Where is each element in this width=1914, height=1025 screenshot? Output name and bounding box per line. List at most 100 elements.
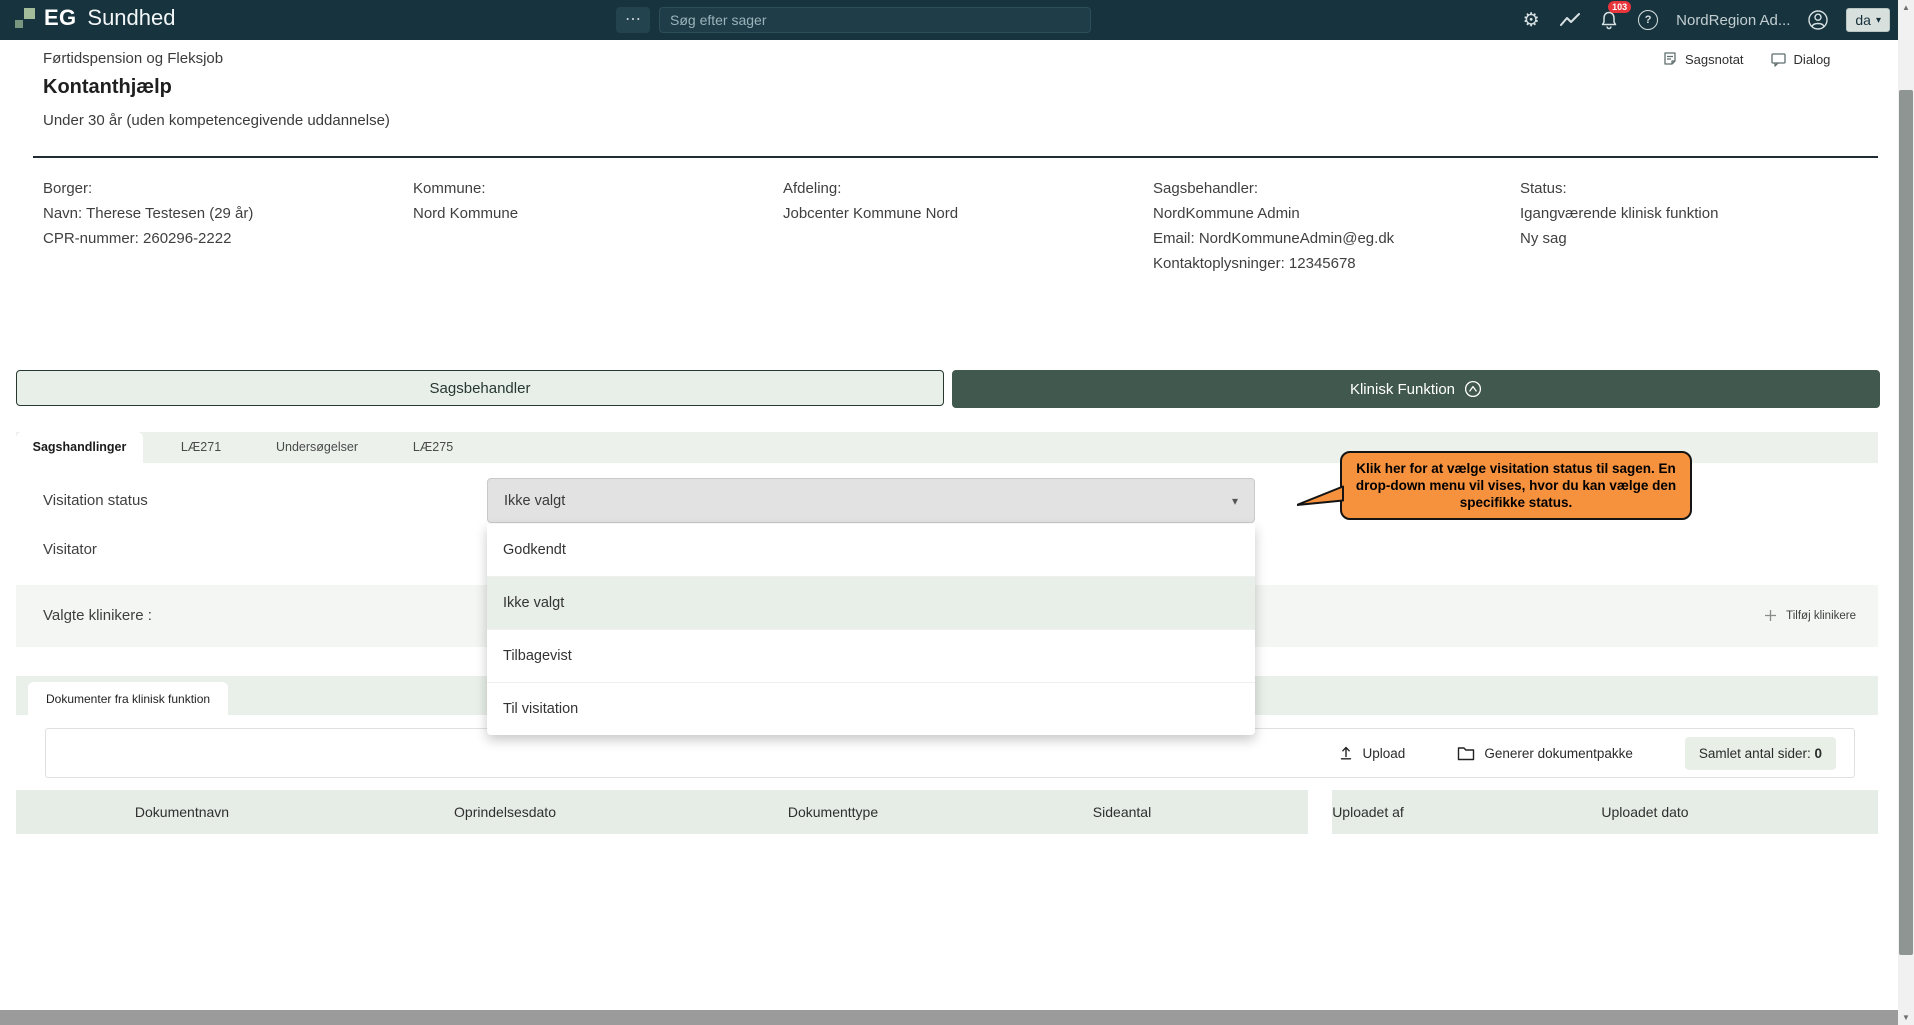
page-bottom-gutter bbox=[0, 1010, 1898, 1025]
col-uploadet-af: Uploadet af bbox=[1332, 804, 1404, 820]
info-label: Afdeling: bbox=[783, 176, 958, 201]
logo-text-bold: EG bbox=[44, 5, 76, 31]
dropdown-option-ikke-valgt[interactable]: Ikke valgt bbox=[487, 577, 1255, 630]
info-label: Sagsbehandler: bbox=[1153, 176, 1394, 201]
folder-icon bbox=[1457, 746, 1475, 761]
activity-trend-icon[interactable] bbox=[1559, 9, 1581, 31]
col-dokumentnavn: Dokumentnavn bbox=[135, 804, 229, 820]
info-line: NordKommune Admin bbox=[1153, 201, 1394, 226]
user-org-label[interactable]: NordRegion Ad... bbox=[1676, 12, 1790, 29]
info-col-kommune: Kommune: Nord Kommune bbox=[413, 176, 518, 226]
vertical-scrollbar[interactable]: ▲ ▼ bbox=[1898, 0, 1914, 1025]
logo-text-product: Sundhed bbox=[87, 5, 175, 31]
dropdown-option-tilbagevist[interactable]: Tilbagevist bbox=[487, 630, 1255, 683]
documents-panel: Upload Generer dokumentpakke Samlet anta… bbox=[16, 715, 1878, 1010]
app-window: EG Sundhed ⋯ ⚙ 103 ? NordRegion Ad... bbox=[0, 0, 1914, 1025]
tutorial-callout: Klik her for at vælge visitation status … bbox=[1340, 451, 1692, 520]
info-label: Kommune: bbox=[413, 176, 518, 201]
info-line: CPR-nummer: 260296-2222 bbox=[43, 226, 253, 251]
page-title: Kontanthjælp bbox=[43, 76, 172, 99]
tab-lae271[interactable]: LÆ271 bbox=[143, 432, 259, 463]
circled-arrow-up-icon bbox=[1464, 380, 1482, 398]
account-person-icon[interactable] bbox=[1807, 9, 1829, 31]
generer-dokumentpakke-label: Generer dokumentpakke bbox=[1484, 746, 1633, 761]
dialog-button[interactable]: Dialog bbox=[1770, 51, 1831, 67]
case-info-row: Borger: Navn: Therese Testesen (29 år) C… bbox=[43, 176, 1878, 286]
col-uploadet-dato: Uploadet dato bbox=[1601, 804, 1688, 820]
dropdown-option-til-visitation[interactable]: Til visitation bbox=[487, 683, 1255, 735]
dropdown-option-godkendt[interactable]: Godkendt bbox=[487, 524, 1255, 577]
info-line: Nord Kommune bbox=[413, 201, 518, 226]
sagsnotat-button[interactable]: Sagsnotat bbox=[1662, 51, 1744, 67]
callout-text: Klik her for at vælge visitation status … bbox=[1356, 461, 1676, 510]
visitation-status-dropdown: Godkendt Ikke valgt Tilbagevist Til visi… bbox=[487, 524, 1255, 735]
info-line: Email: NordKommuneAdmin@eg.dk bbox=[1153, 226, 1394, 251]
info-line: Kontaktoplysninger: 12345678 bbox=[1153, 251, 1394, 276]
help-icon[interactable]: ? bbox=[1637, 9, 1659, 31]
info-label: Status: bbox=[1520, 176, 1718, 201]
visitator-label: Visitator bbox=[43, 541, 97, 558]
info-line: Ny sag bbox=[1520, 226, 1718, 251]
tab-sagshandlinger[interactable]: Sagshandlinger bbox=[16, 432, 143, 463]
info-col-sagsbehandler: Sagsbehandler: NordKommune Admin Email: … bbox=[1153, 176, 1394, 276]
total-pages-label: Samlet antal sider: bbox=[1699, 746, 1811, 761]
tab-dokumenter-fra-klinisk-funktion[interactable]: Dokumenter fra klinisk funktion bbox=[28, 682, 228, 715]
info-line: Igangværende klinisk funktion bbox=[1520, 201, 1718, 226]
klinisk-funktion-button[interactable]: Klinisk Funktion bbox=[952, 370, 1880, 408]
tilfoj-klinikere-label: Tilføj klinikere bbox=[1786, 610, 1856, 622]
chat-icon bbox=[1770, 51, 1787, 67]
documents-tab-label: Dokumenter fra klinisk funktion bbox=[46, 692, 210, 706]
info-col-afdeling: Afdeling: Jobcenter Kommune Nord bbox=[783, 176, 958, 226]
info-col-status: Status: Igangværende klinisk funktion Ny… bbox=[1520, 176, 1718, 251]
info-line: Navn: Therese Testesen (29 år) bbox=[43, 201, 253, 226]
upload-button[interactable]: Upload bbox=[1338, 745, 1406, 761]
eg-logo-icon bbox=[14, 8, 35, 29]
valgte-klinikere-label: Valgte klinikere : bbox=[43, 607, 152, 624]
col-oprindelsesdato: Oprindelsesdato bbox=[454, 804, 556, 820]
search-input[interactable] bbox=[659, 7, 1091, 33]
more-menu-button[interactable]: ⋯ bbox=[616, 7, 650, 33]
sagsbehandler-button[interactable]: Sagsbehandler bbox=[16, 370, 944, 406]
tab-undersoegelser[interactable]: Undersøgelser bbox=[259, 432, 375, 463]
info-col-borger: Borger: Navn: Therese Testesen (29 år) C… bbox=[43, 176, 253, 251]
tab-lae275[interactable]: LÆ275 bbox=[375, 432, 491, 463]
sagsnotat-label: Sagsnotat bbox=[1685, 52, 1744, 67]
case-subtitle: Under 30 år (uden kompetencegivende udda… bbox=[43, 112, 390, 129]
upload-icon bbox=[1338, 745, 1354, 761]
top-navbar: EG Sundhed ⋯ ⚙ 103 ? NordRegion Ad... bbox=[0, 0, 1898, 40]
documents-table-header: Dokumentnavn Oprindelsesdato Dokumenttyp… bbox=[16, 790, 1878, 834]
plus-icon bbox=[1764, 609, 1777, 622]
settings-gear-icon[interactable]: ⚙ bbox=[1520, 9, 1542, 31]
tilfoj-klinikere-button[interactable]: Tilføj klinikere bbox=[1764, 609, 1856, 622]
language-selector[interactable]: da ▾ bbox=[1846, 8, 1890, 32]
case-category-label: Førtidspension og Fleksjob bbox=[43, 50, 223, 67]
chevron-down-icon: ▾ bbox=[1232, 494, 1238, 508]
visitation-status-select[interactable]: Ikke valgt ▾ bbox=[487, 478, 1255, 523]
visitation-status-value: Ikke valgt bbox=[504, 493, 565, 509]
app-logo[interactable]: EG Sundhed bbox=[14, 5, 175, 31]
generer-dokumentpakke-button[interactable]: Generer dokumentpakke bbox=[1457, 746, 1633, 761]
upload-label: Upload bbox=[1363, 746, 1406, 761]
documents-toolbar: Upload Generer dokumentpakke Samlet anta… bbox=[45, 728, 1855, 778]
chevron-down-icon: ▾ bbox=[1876, 15, 1881, 26]
col-sideantal: Sideantal bbox=[1093, 804, 1151, 820]
info-line: Jobcenter Kommune Nord bbox=[783, 201, 958, 226]
language-value: da bbox=[1855, 12, 1871, 28]
note-icon bbox=[1662, 51, 1678, 67]
scroll-up-arrow[interactable]: ▲ bbox=[1898, 0, 1914, 15]
visitation-status-label: Visitation status bbox=[43, 492, 148, 509]
callout-tail bbox=[1297, 485, 1344, 513]
notification-badge: 103 bbox=[1608, 1, 1631, 13]
klinisk-funktion-label: Klinisk Funktion bbox=[1350, 381, 1455, 398]
total-pages-value: 0 bbox=[1814, 746, 1822, 761]
dialog-label: Dialog bbox=[1794, 52, 1831, 67]
header-divider bbox=[33, 156, 1878, 158]
info-label: Borger: bbox=[43, 176, 253, 201]
case-actions: Sagsnotat Dialog bbox=[1662, 51, 1830, 67]
scrollbar-thumb[interactable] bbox=[1899, 90, 1913, 955]
col-dokumenttype: Dokumenttype bbox=[788, 804, 878, 820]
total-pages-badge: Samlet antal sider: 0 bbox=[1685, 737, 1836, 770]
navbar-right-cluster: ⚙ 103 ? NordRegion Ad... bbox=[1520, 0, 1890, 40]
notifications-bell-icon[interactable]: 103 bbox=[1598, 9, 1620, 31]
scroll-down-arrow[interactable]: ▼ bbox=[1898, 1010, 1914, 1025]
